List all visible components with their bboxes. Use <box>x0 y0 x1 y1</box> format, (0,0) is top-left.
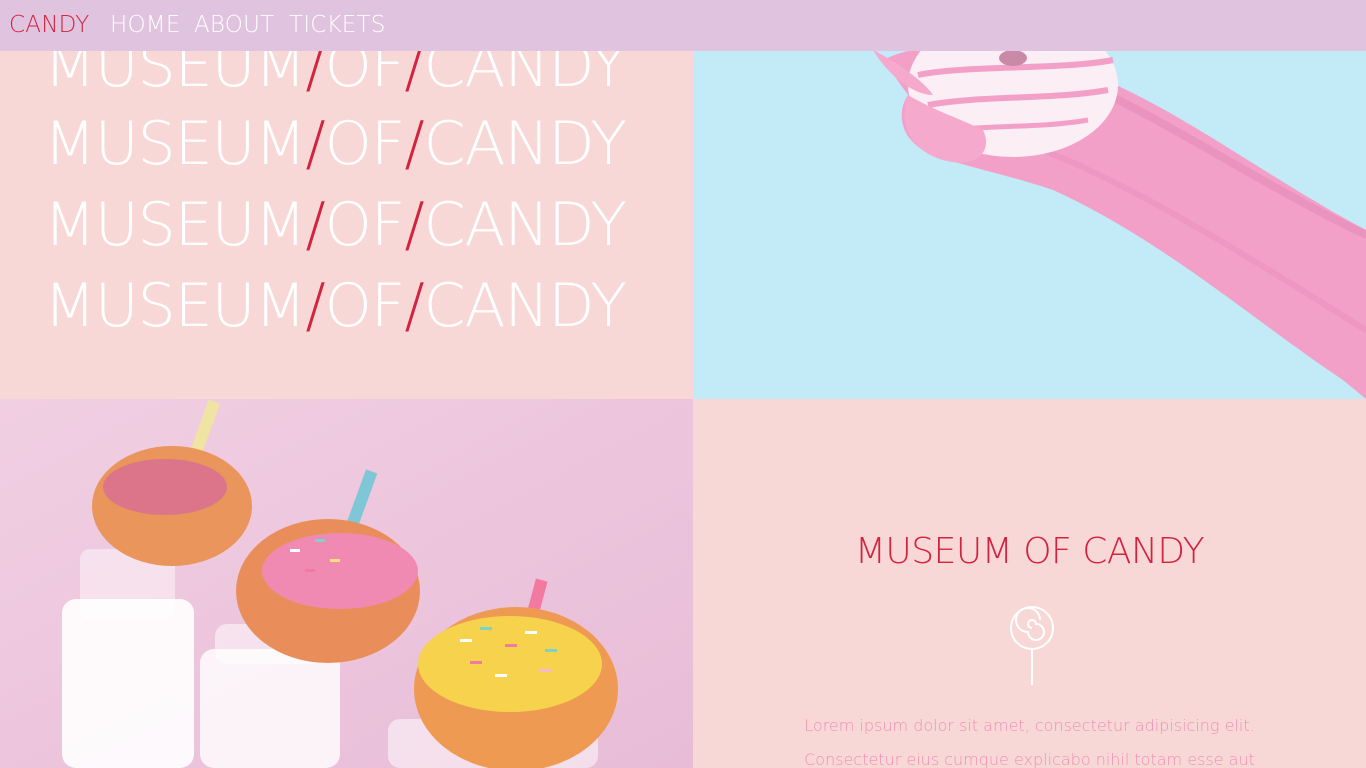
donuts-illustration <box>0 399 693 768</box>
glove-donut-illustration <box>873 13 1366 399</box>
info-panel: MUSEUM OF CANDY Lorem ipsum dolor sit am… <box>693 399 1366 768</box>
info-text-line-2: Consectetur eius cumque explicabo nihil … <box>804 750 1255 768</box>
brand-link[interactable]: CANDY <box>9 12 90 38</box>
top-nav: CANDY HOME ABOUT TICKETS <box>0 0 1366 51</box>
hero-line: MUSEUM/OF/CANDY <box>44 190 627 260</box>
nav-link-home[interactable]: HOME <box>110 12 181 38</box>
nav-link-tickets[interactable]: TICKETS <box>289 12 386 38</box>
lollipop-icon <box>1009 605 1055 689</box>
nav-link-about[interactable]: ABOUT <box>194 12 274 38</box>
pink-glove-holding-donut-image <box>693 0 1366 399</box>
hero-text-panel: MUSEUM/OF/CANDY MUSEUM/OF/CANDY MUSEUM/O… <box>0 0 693 399</box>
info-text-line-1: Lorem ipsum dolor sit amet, consectetur … <box>804 716 1255 735</box>
donuts-on-milk-bottles-image <box>0 399 693 768</box>
hero-line: MUSEUM/OF/CANDY <box>44 271 627 341</box>
hero-line: MUSEUM/OF/CANDY <box>44 109 627 179</box>
info-title: MUSEUM OF CANDY <box>854 531 1205 572</box>
